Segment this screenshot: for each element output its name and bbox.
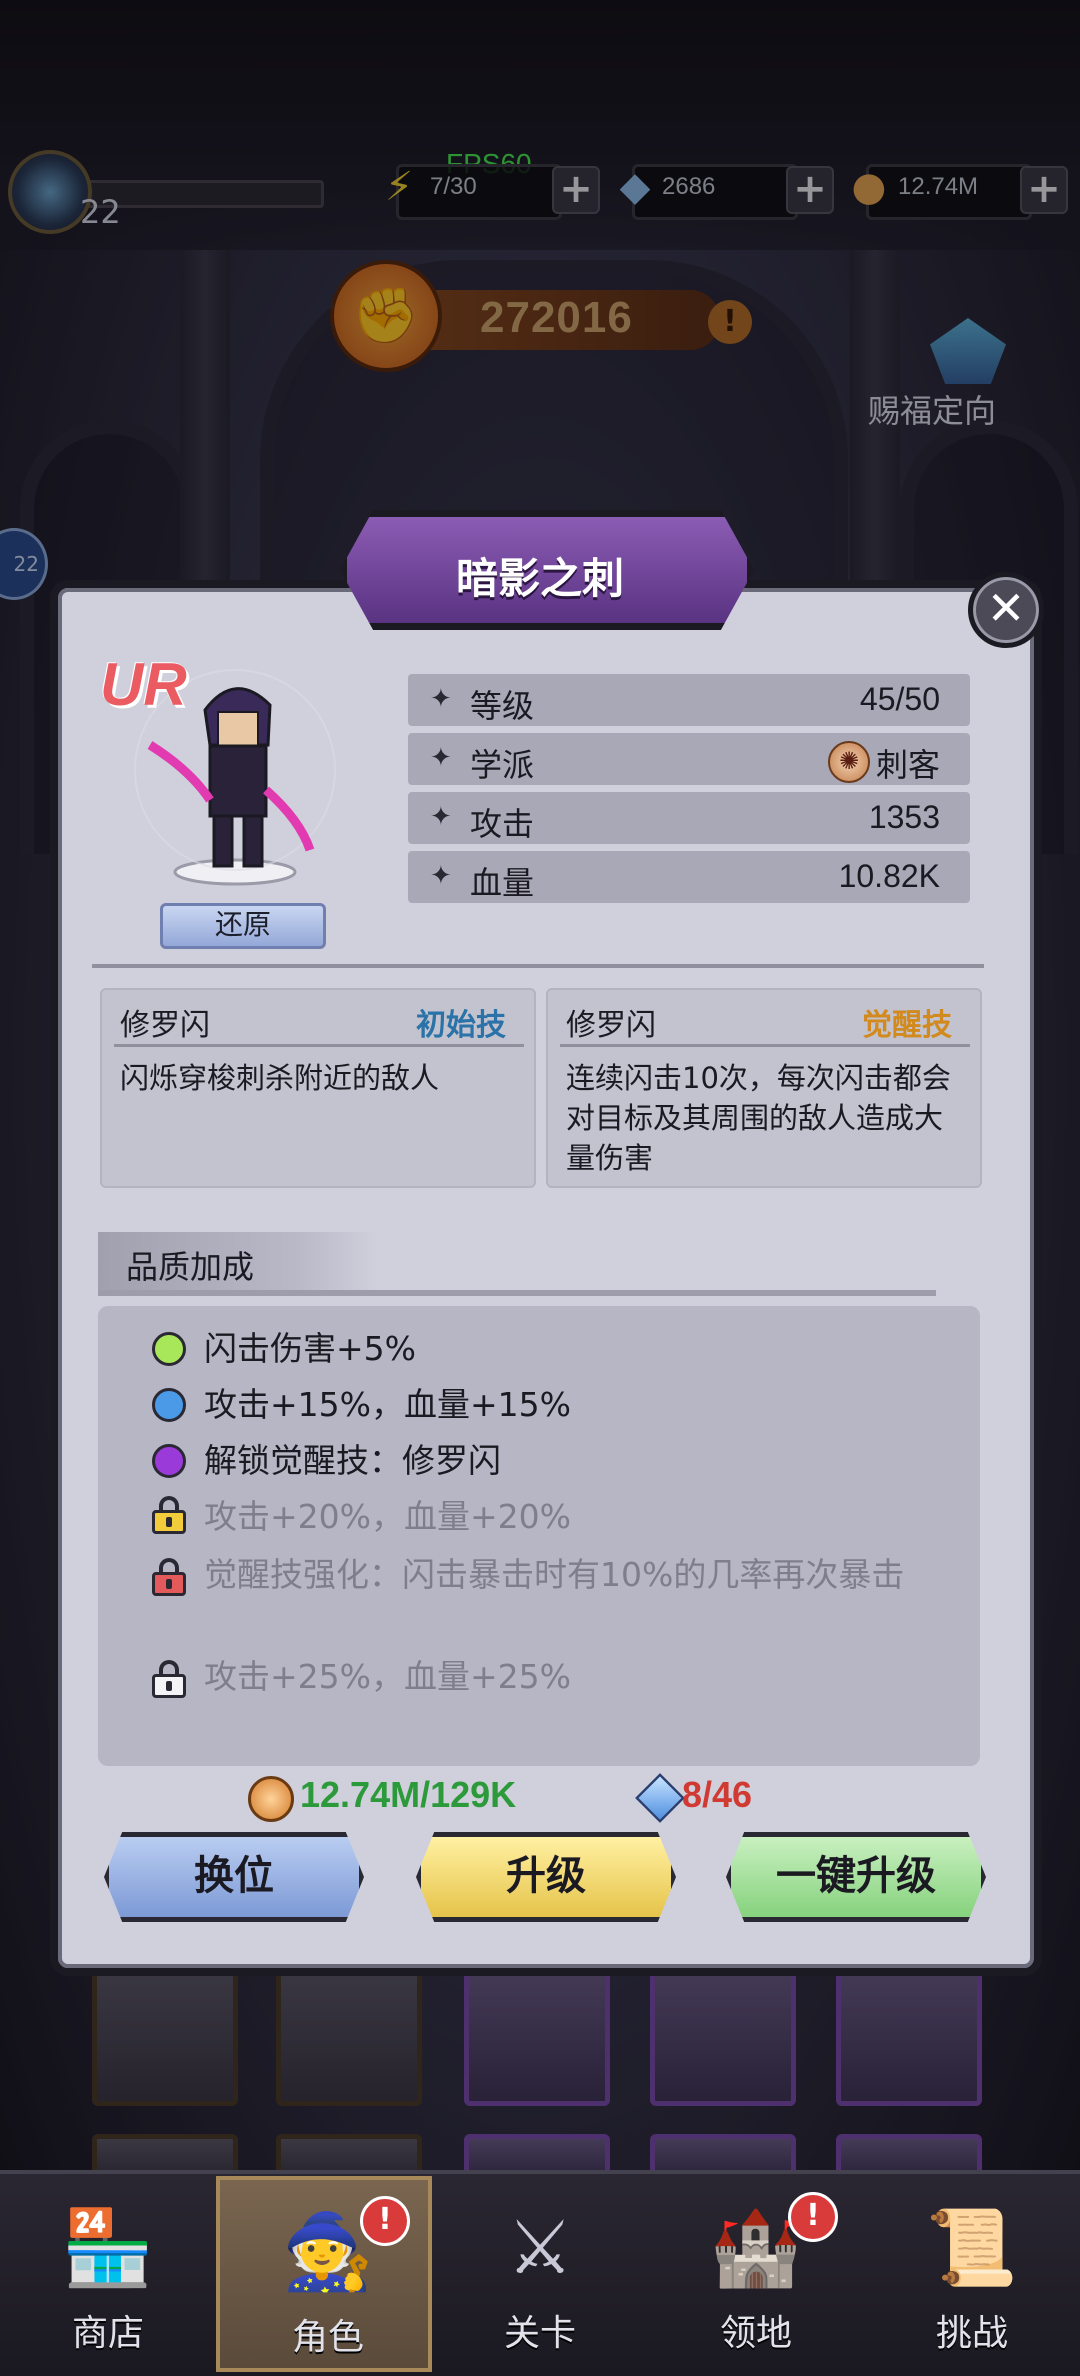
- nav-tab-territory[interactable]: 🏰 ! 领地: [648, 2176, 864, 2372]
- stat-value: 45/50: [859, 681, 940, 717]
- nav-label: 领地: [719, 2313, 792, 2354]
- quality-item-locked: 觉醒技强化：闪击暴击时有10%的几率再次暴击: [204, 1555, 905, 1594]
- nav-tab-character[interactable]: 🧙 ! 角色: [216, 2176, 432, 2372]
- quality-item-locked: 攻击+20%，血量+20%: [204, 1497, 571, 1536]
- gold-coin-icon: [248, 1776, 294, 1822]
- stat-value: 10.82K: [838, 858, 940, 894]
- skill-card-awakening[interactable]: 修罗闪 觉醒技 连续闪击10次，每次闪击都会对目标及其周围的敌人造成大量伤害: [546, 988, 982, 1188]
- section-divider: [92, 964, 984, 968]
- nav-label: 挑战: [935, 2313, 1008, 2354]
- stat-row-hp: ✦ 血量 10.82K: [408, 851, 970, 903]
- stat-label: 血量: [470, 864, 535, 902]
- nav-label: 关卡: [503, 2313, 576, 2354]
- gold-cost: 12.74M/129K: [300, 1774, 517, 1815]
- skill-divider: [114, 1044, 524, 1047]
- stat-row-level: ✦ 等级 45/50: [408, 674, 970, 726]
- upgrade-button[interactable]: 升级: [416, 1832, 676, 1922]
- stat-label: 学派: [470, 746, 535, 784]
- quality-item: 攻击+15%，血量+15%: [204, 1385, 571, 1424]
- quality-dot-icon: [152, 1444, 186, 1478]
- nav-tab-stage[interactable]: ⚔ 关卡: [432, 2176, 648, 2372]
- quality-dot-icon: [152, 1388, 186, 1422]
- shop-icon: 🏪: [61, 2204, 155, 2291]
- lock-icon: [152, 1558, 186, 1596]
- quality-dot-icon: [152, 1332, 186, 1366]
- skill-description: 连续闪击10次，每次闪击都会对目标及其周围的敌人造成大量伤害: [566, 1061, 951, 1175]
- crossed-swords-icon: ⚔: [506, 2205, 574, 2291]
- stat-value: 刺客: [875, 747, 940, 783]
- sparkle-icon: ✦: [430, 861, 452, 891]
- challenge-scroll-icon: 📜: [925, 2204, 1019, 2291]
- sparkle-icon: ✦: [430, 743, 452, 773]
- swap-button[interactable]: 换位: [104, 1832, 364, 1922]
- rarity-badge: UR: [100, 651, 187, 718]
- skill-type: 觉醒技: [862, 1008, 952, 1043]
- lock-icon: [152, 1496, 186, 1534]
- skill-divider: [560, 1044, 970, 1047]
- quality-underline: [98, 1290, 936, 1296]
- skill-name: 修罗闪: [566, 1008, 656, 1043]
- alert-badge: !: [788, 2192, 838, 2242]
- stat-label: 等级: [470, 687, 535, 725]
- skill-type: 初始技: [416, 1008, 506, 1043]
- quality-title: 品质加成: [126, 1248, 255, 1286]
- skill-name: 修罗闪: [120, 1008, 210, 1043]
- nav-label: 角色: [291, 2317, 364, 2358]
- quality-item: 解锁觉醒技：修罗闪: [204, 1441, 501, 1480]
- lock-icon: [152, 1660, 186, 1698]
- stat-value: 1353: [868, 799, 940, 835]
- nav-tab-shop[interactable]: 🏪 商店: [0, 2176, 216, 2372]
- sparkle-icon: ✦: [430, 802, 452, 832]
- skill-card-initial[interactable]: 修罗闪 初始技 闪烁穿梭刺杀附近的敌人: [100, 988, 536, 1188]
- nav-tab-challenge[interactable]: 📜 挑战: [864, 2176, 1080, 2372]
- crystal-cost: 8/46: [682, 1774, 753, 1815]
- one-click-upgrade-button[interactable]: 一键升级: [726, 1832, 986, 1922]
- alert-badge: !: [360, 2196, 410, 2246]
- restore-button[interactable]: 还原: [160, 903, 326, 949]
- sparkle-icon: ✦: [430, 684, 452, 714]
- quality-item: 闪击伤害+5%: [204, 1329, 417, 1368]
- skill-description: 闪烁穿梭刺杀附近的敌人: [120, 1061, 440, 1095]
- stat-label: 攻击: [470, 805, 535, 843]
- nav-label: 商店: [71, 2313, 144, 2354]
- quality-item-locked: 攻击+25%，血量+25%: [204, 1657, 571, 1696]
- hero-name: 暗影之刺: [455, 554, 624, 603]
- assassin-school-icon: ✺: [828, 741, 870, 783]
- stat-row-attack: ✦ 攻击 1353: [408, 792, 970, 844]
- close-button[interactable]: ✕: [968, 572, 1044, 648]
- stat-row-school: ✦ 学派 ✺ 刺客: [408, 733, 970, 785]
